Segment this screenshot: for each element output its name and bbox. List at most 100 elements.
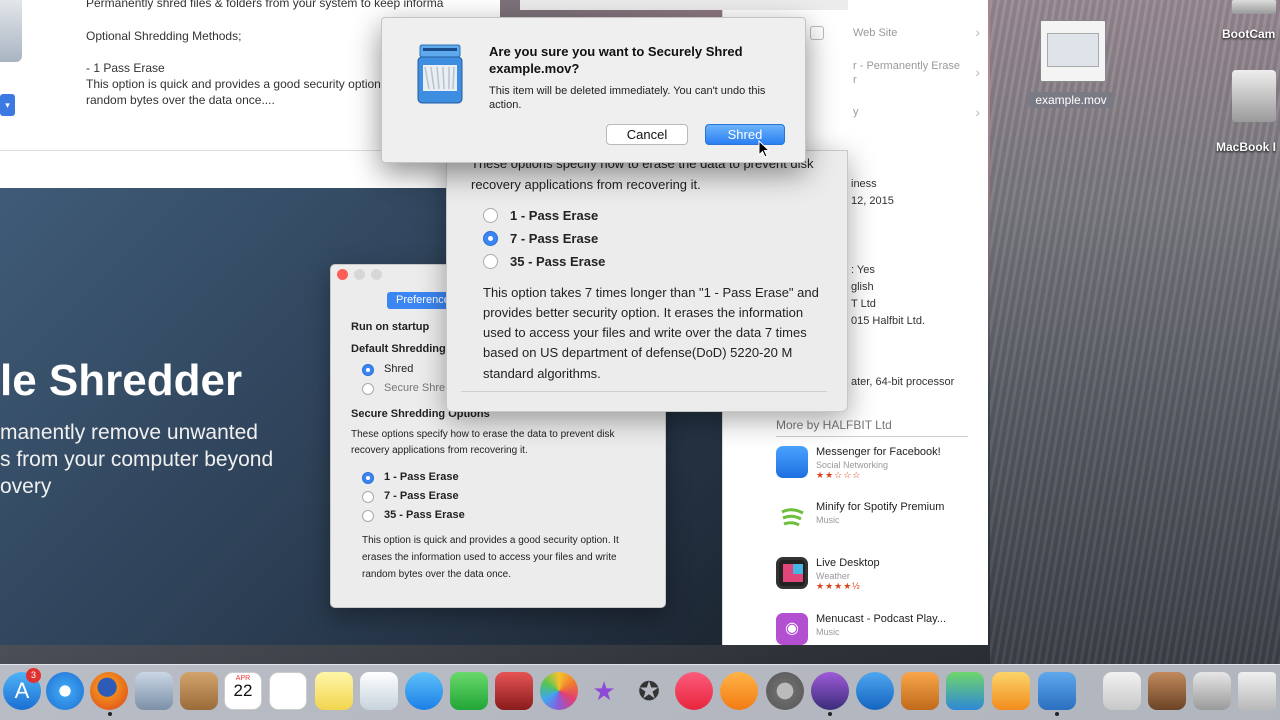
cancel-button[interactable]: Cancel (606, 124, 688, 145)
hero-subtitle-line: overy (0, 475, 52, 498)
photos-dock-icon[interactable] (540, 672, 578, 710)
meta-compatibility: ater, 64-bit processor (851, 376, 955, 388)
app-rating: ★★★★½ (816, 581, 861, 591)
chevron-right-icon: › (975, 24, 980, 40)
notification-badge: 3 (26, 668, 41, 683)
description-line: Optional Shredding Methods; (86, 29, 242, 43)
bootcamp-disk-icon[interactable] (1232, 0, 1276, 14)
imovie-dock-icon[interactable]: ★ (585, 672, 623, 710)
store-link-related[interactable]: r - Permanently Erase (853, 60, 960, 72)
store-link-privacy[interactable]: y (853, 106, 859, 118)
itunes-dock-icon[interactable] (675, 672, 713, 710)
preview-dock-icon[interactable] (135, 672, 173, 710)
app-category: Music (816, 515, 840, 525)
radio-secure-shred[interactable] (362, 383, 374, 395)
mouse-cursor-icon (758, 140, 770, 158)
hero-subtitle-line: manently remove unwanted (0, 421, 258, 444)
radio-7-pass[interactable] (362, 491, 374, 503)
running-indicator (108, 712, 112, 716)
safari-dock-icon[interactable] (46, 672, 84, 710)
ibooks-dock-icon[interactable] (720, 672, 758, 710)
option-description: provides better security option. It eras… (483, 305, 804, 320)
alert-message: This item will be deleted immediately. Y… (489, 85, 766, 111)
example-mov-file-icon[interactable] (1040, 20, 1106, 82)
help-text: recovery applications from recovering it… (471, 177, 701, 192)
description-line: This option is quick and provides a good… (86, 77, 381, 91)
file-shredder-dock-icon[interactable] (1038, 672, 1076, 710)
live-desktop-app-icon (776, 557, 808, 589)
radio-35-pass[interactable] (362, 510, 374, 522)
radio-35-pass-label: 35 - Pass Erase (510, 254, 606, 269)
chevron-right-icon: › (975, 64, 980, 80)
app-icon-dock[interactable] (811, 672, 849, 710)
calendar-dock-icon[interactable]: APR 22 (224, 672, 262, 710)
tab-preferences[interactable]: Preferences (387, 292, 449, 309)
radio-7-pass-label: 7 - Pass Erase (510, 231, 599, 246)
imovie-star-dock-icon[interactable]: ✪ (630, 672, 668, 710)
radio-1-pass[interactable] (483, 208, 498, 223)
radio-35-pass[interactable] (483, 254, 498, 269)
description-line: random bytes over the data once.... (86, 93, 275, 107)
bootcamp-label[interactable]: BootCam (1222, 27, 1275, 41)
option-description: This option is quick and provides a good… (362, 535, 619, 546)
zoom-icon[interactable] (371, 269, 382, 280)
radio-7-pass[interactable] (483, 231, 498, 246)
system-preferences-dock-icon[interactable] (766, 672, 804, 710)
folder-stack-dock-icon[interactable] (1148, 672, 1186, 710)
keynote-dock-icon[interactable] (901, 672, 939, 710)
minimize-icon[interactable] (354, 269, 365, 280)
photo-booth-dock-icon[interactable] (495, 672, 533, 710)
dropdown-arrow-icon[interactable]: ▾ (0, 94, 15, 116)
facetime-dock-icon[interactable] (450, 672, 488, 710)
numbers-dock-icon[interactable] (946, 672, 984, 710)
dock: A APR 22 ★ ✪ (0, 664, 1280, 720)
pages-dock-icon[interactable] (992, 672, 1030, 710)
firefox-dock-icon[interactable] (90, 672, 128, 710)
radio-1-pass[interactable] (362, 472, 374, 484)
meta-seller: T Ltd (851, 298, 876, 310)
quicktime-dock-icon[interactable] (856, 672, 894, 710)
checkbox[interactable] (810, 26, 824, 40)
radio-shred-label: Shred (384, 363, 414, 375)
radio-1-pass-label: 1 - Pass Erase (384, 471, 459, 483)
run-on-startup-label: Run on startup (351, 321, 430, 333)
app-rating: ★★☆☆☆ (816, 470, 862, 480)
calendar-day: 22 (233, 681, 253, 700)
related-app-messenger[interactable]: Messenger for Facebook! Social Networkin… (776, 446, 976, 496)
alert-title: Are you sure you want to Securely Shred … (489, 44, 743, 76)
related-app-live-desktop[interactable]: Live Desktop Weather ★★★★½ (776, 557, 976, 607)
divider (461, 391, 827, 392)
meta-family-sharing: : Yes (851, 264, 875, 276)
hero-title: le Shredder (0, 356, 243, 405)
podcast-app-icon: ◉ (776, 613, 808, 645)
app-category: Music (816, 627, 840, 637)
close-icon[interactable] (337, 269, 348, 280)
reminders-dock-icon[interactable] (269, 672, 307, 710)
app-name: Menucast - Podcast Play... (816, 613, 947, 625)
notes-dock-icon[interactable] (315, 672, 353, 710)
radio-1-pass-label: 1 - Pass Erase (510, 208, 599, 223)
more-by-heading: More by HALFBIT Ltd (776, 418, 968, 437)
related-app-minify[interactable]: Minify for Spotify Premium Music (776, 501, 976, 551)
shredder-app-icon (0, 0, 22, 62)
macbook-disk-icon[interactable] (1232, 70, 1276, 122)
shredding-options-window: These options specify how to erase the d… (446, 150, 848, 412)
running-indicator (1055, 712, 1059, 716)
messages-dock-icon[interactable] (405, 672, 443, 710)
shred-button[interactable]: Shred (705, 124, 785, 145)
contacts-dock-icon[interactable] (180, 672, 218, 710)
radio-shred[interactable] (362, 364, 374, 376)
option-description: standard algorithms. (483, 366, 601, 381)
downloads-stack-dock-icon[interactable] (1193, 672, 1231, 710)
macbook-label[interactable]: MacBook I (1216, 140, 1276, 154)
help-text: recovery applications from recovering it… (351, 445, 528, 456)
window-toolbar-strip (520, 0, 848, 10)
related-app-menucast[interactable]: ◉ Menucast - Podcast Play... Music (776, 613, 976, 663)
description-line: - 1 Pass Erase (86, 61, 165, 75)
trash-dock-icon[interactable] (1238, 672, 1276, 710)
document-dock-icon[interactable] (1103, 672, 1141, 710)
textedit-dock-icon[interactable] (360, 672, 398, 710)
example-mov-label[interactable]: example.mov (1028, 92, 1114, 108)
store-link-website[interactable]: Web Site (853, 27, 897, 39)
radio-35-pass-label: 35 - Pass Erase (384, 509, 465, 521)
